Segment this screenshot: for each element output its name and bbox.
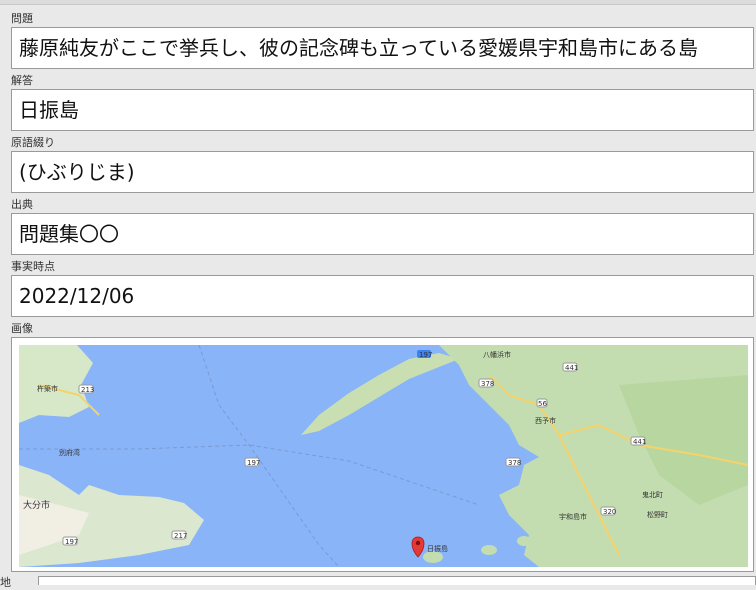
map-label-hiburi: 日振島 bbox=[427, 544, 448, 553]
map-label-kihoku: 鬼北町 bbox=[642, 490, 663, 499]
answer-label: 解答 bbox=[11, 74, 33, 87]
question-field[interactable]: 藤原純友がここで挙兵し、彼の記念碑も立っている愛媛県宇和島市にある島 bbox=[11, 27, 754, 69]
svg-text:213: 213 bbox=[81, 386, 94, 394]
map-label-matsuno: 松野町 bbox=[647, 510, 668, 519]
window-top-edge bbox=[0, 0, 756, 5]
svg-text:197: 197 bbox=[247, 459, 260, 467]
question-label: 問題 bbox=[11, 12, 33, 25]
image-field[interactable]: 197 213 197 378 56 441 378 441 320 217 1… bbox=[11, 337, 754, 572]
svg-text:441: 441 bbox=[633, 438, 646, 446]
svg-text:441: 441 bbox=[565, 364, 578, 372]
next-field-input[interactable] bbox=[38, 576, 756, 585]
next-field-label: 地 bbox=[0, 576, 11, 589]
map-image: 197 213 197 378 56 441 378 441 320 217 1… bbox=[19, 345, 748, 567]
svg-text:217: 217 bbox=[174, 532, 187, 540]
source-label: 出典 bbox=[11, 198, 33, 211]
reading-field[interactable]: (ひぶりじま) bbox=[11, 151, 754, 193]
map-label-yawatahama: 八幡浜市 bbox=[483, 350, 511, 359]
map-label-uwajima: 宇和島市 bbox=[559, 512, 587, 521]
svg-text:56: 56 bbox=[538, 400, 547, 408]
answer-field[interactable]: 日振島 bbox=[11, 89, 754, 131]
fact-date-label: 事実時点 bbox=[11, 260, 55, 273]
svg-text:197: 197 bbox=[65, 538, 78, 546]
source-field[interactable]: 問題集〇〇 bbox=[11, 213, 754, 255]
svg-text:320: 320 bbox=[603, 508, 616, 516]
map-label-seiyo: 西予市 bbox=[535, 416, 556, 425]
svg-text:197: 197 bbox=[419, 351, 432, 359]
map-label-kinen: 杵築市 bbox=[37, 384, 58, 393]
fact-date-field[interactable]: 2022/12/06 bbox=[11, 275, 754, 317]
image-label: 画像 bbox=[11, 322, 33, 335]
svg-text:378: 378 bbox=[508, 459, 521, 467]
reading-label: 原語綴り bbox=[11, 136, 55, 149]
map-label-oita: 大分市 bbox=[23, 499, 50, 511]
svg-text:378: 378 bbox=[481, 380, 494, 388]
map-label-beppu: 別府湾 bbox=[59, 448, 80, 457]
